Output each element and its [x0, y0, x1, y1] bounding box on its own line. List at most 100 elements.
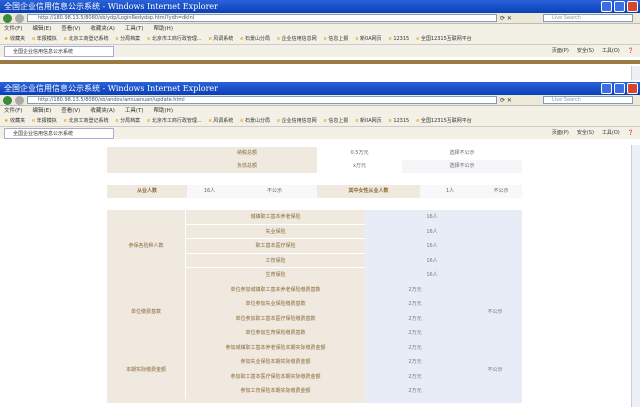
insurance-value: 16人: [426, 272, 438, 278]
favorite-link[interactable]: ★ 收藏夹: [4, 116, 25, 126]
tool-menu[interactable]: 安全(S): [577, 45, 594, 57]
minimize-button[interactable]: [601, 1, 612, 12]
finance-label: 负债总额: [107, 160, 317, 173]
insurance-item: 单位参加生育保险缴费基数: [185, 326, 365, 341]
favorite-link[interactable]: e 风调系统: [209, 34, 234, 44]
insurance-value: 2万元: [408, 315, 422, 322]
menu-item[interactable]: 帮助(H): [154, 24, 173, 34]
browser-window: 全国企业信用信息公示系统 - Windows Internet Explorer…: [0, 82, 640, 139]
tool-menu[interactable]: 安全(S): [577, 127, 594, 139]
favorite-link[interactable]: e 企业信用信息网: [277, 34, 317, 44]
tool-menu[interactable]: 工具(O): [602, 45, 620, 57]
finance-status: 选择不公示: [402, 160, 522, 173]
refresh-stop-icons[interactable]: ⟳ ✕: [500, 97, 540, 104]
insurance-item: 参加职工基本医疗保险本期实际缴费金额: [185, 369, 365, 384]
maximize-button[interactable]: [614, 83, 625, 94]
menu-item[interactable]: 收藏夹(A): [90, 106, 115, 116]
back-icon[interactable]: [3, 95, 12, 105]
favorite-link[interactable]: e 北京市工商行政管理...: [147, 116, 201, 126]
favorite-link[interactable]: ★ 收藏夹: [4, 34, 25, 44]
favorite-link[interactable]: e 分局档案: [115, 34, 140, 44]
favorite-icon: e: [63, 36, 67, 42]
page-banner: [0, 60, 640, 64]
favorite-link[interactable]: e 年报模拟: [32, 34, 57, 44]
favorite-link[interactable]: e 石景山分局: [240, 34, 270, 44]
favorite-link[interactable]: e 北京工商登记系统: [64, 34, 109, 44]
favorite-icon: e: [208, 118, 212, 124]
menu-item[interactable]: 文件(F): [4, 24, 22, 34]
favorite-link[interactable]: e 信息上报: [324, 34, 349, 44]
finance-value: 0.5万元: [350, 150, 369, 156]
address-toolbar: http://180.98.13.5/8080/sb/andov/annuanu…: [0, 95, 640, 106]
favorite-link[interactable]: e 北京工商登记系统: [64, 116, 109, 126]
tab-row: 全国企业信用信息公示系统 页面(P) 安全(S) 工具(O) ❓: [0, 127, 640, 139]
insurance-group-headcount: 参保各险种人数: [128, 243, 164, 249]
menu-item[interactable]: 工具(T): [125, 106, 144, 116]
menu-item[interactable]: 编辑(E): [32, 106, 51, 116]
favorite-icon: e: [355, 118, 359, 124]
menu-item[interactable]: 查看(V): [61, 106, 80, 116]
favorite-label: 分局档案: [120, 36, 141, 42]
favorite-link[interactable]: e 北京市工商行政管理...: [147, 34, 201, 44]
minimize-button[interactable]: [601, 83, 612, 94]
insurance-item: 单位参加失业保险缴费基数: [185, 297, 365, 312]
favorite-icon: e: [32, 118, 36, 124]
back-icon[interactable]: [3, 13, 12, 23]
help-icon[interactable]: ❓: [628, 127, 634, 139]
insurance-value: 2万元: [408, 344, 422, 351]
favorite-icon: e: [63, 118, 67, 124]
favorite-icon: e: [416, 36, 420, 42]
favorite-label: 新0A网页: [360, 36, 382, 42]
insurance-item: 生育保险: [185, 268, 365, 283]
close-button[interactable]: [627, 1, 638, 12]
menu-item[interactable]: 文件(F): [4, 106, 22, 116]
insurance-item: 单位参加职工基本医疗保险缴费基数: [185, 311, 365, 326]
forward-icon[interactable]: [15, 95, 24, 105]
insurance-group-base: 单位缴费基数: [130, 308, 161, 315]
menu-item[interactable]: 编辑(E): [32, 24, 51, 34]
close-button[interactable]: [627, 83, 638, 94]
tool-menu[interactable]: 工具(O): [602, 127, 620, 139]
insurance-item: 参加失业保险本期实际缴费金额: [185, 355, 365, 370]
favorite-link[interactable]: e 年报模拟: [32, 116, 57, 126]
address-bar[interactable]: http://180.98.13.5/8080/sb/ydp/LoginRedy…: [27, 14, 497, 22]
favorite-link[interactable]: e 信息上报: [324, 116, 349, 126]
insurance-value: 2万元: [408, 373, 422, 380]
insurance-value: 2万元: [408, 286, 422, 293]
browser-tab[interactable]: 全国企业信用信息公示系统: [4, 128, 114, 139]
scrollbar[interactable]: [631, 145, 640, 407]
favorite-icon: e: [388, 36, 392, 42]
favorite-icon: e: [276, 36, 281, 42]
favorite-link[interactable]: e 全国12315互联网平台: [416, 34, 472, 44]
favorite-link[interactable]: e 分局档案: [115, 116, 140, 126]
favorite-label: 石景山分局: [244, 36, 270, 42]
favorite-link[interactable]: e 新0A网页: [355, 116, 381, 126]
browser-tab[interactable]: 全国企业信用信息公示系统: [4, 46, 114, 57]
favorite-link[interactable]: e 石景山分局: [240, 116, 270, 126]
search-input[interactable]: Live Search: [543, 14, 633, 22]
search-input[interactable]: Live Search: [543, 96, 633, 104]
refresh-stop-icons[interactable]: ⟳ ✕: [500, 15, 540, 22]
scrollbar-top-window[interactable]: [631, 66, 640, 80]
favorite-link[interactable]: e 12315: [389, 34, 410, 44]
maximize-button[interactable]: [614, 1, 625, 12]
favorite-label: 北京市工商行政管理...: [151, 36, 202, 42]
favorite-label: 北京工商登记系统: [68, 118, 109, 124]
favorite-link[interactable]: e 12315: [389, 116, 410, 126]
menu-item[interactable]: 工具(T): [125, 24, 144, 34]
menu-item[interactable]: 收藏夹(A): [90, 24, 115, 34]
tool-menu[interactable]: 页面(P): [552, 127, 569, 139]
employees-status: 不公示: [232, 185, 317, 198]
favorite-link[interactable]: e 风调系统: [209, 116, 234, 126]
favorite-label: 分局档案: [120, 118, 141, 124]
forward-icon[interactable]: [15, 13, 24, 23]
favorite-link[interactable]: e 新0A网页: [355, 34, 381, 44]
favorite-link[interactable]: e 全国12315互联网平台: [416, 116, 472, 126]
help-icon[interactable]: ❓: [628, 45, 634, 57]
menu-item[interactable]: 查看(V): [61, 24, 80, 34]
address-bar[interactable]: http://180.98.13.5/8080/sb/andov/annuanu…: [27, 96, 497, 104]
favorite-label: 全国12315互联网平台: [420, 118, 472, 124]
tool-menu[interactable]: 页面(P): [552, 45, 569, 57]
menu-item[interactable]: 帮助(H): [154, 106, 173, 116]
favorite-link[interactable]: e 企业信用信息网: [277, 116, 317, 126]
